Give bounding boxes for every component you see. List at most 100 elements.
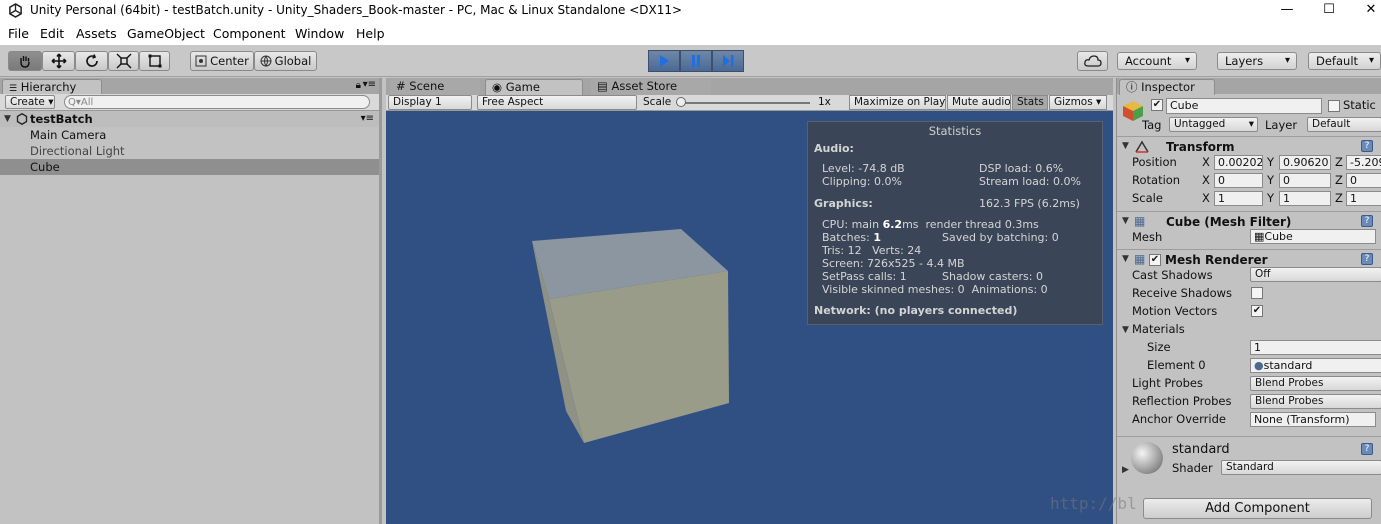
- stats-toggle[interactable]: Stats: [1012, 95, 1048, 110]
- position-y-field[interactable]: 0.90620: [1279, 155, 1331, 170]
- display-dropdown[interactable]: Display 1: [388, 95, 472, 110]
- tab-game[interactable]: ◉ Game: [485, 79, 583, 95]
- maximize-button[interactable]: ☐: [1314, 2, 1344, 17]
- mute-audio-toggle[interactable]: Mute audio: [947, 95, 1011, 110]
- layer-dropdown[interactable]: Default: [1307, 117, 1381, 132]
- rect-tool-button[interactable]: [139, 51, 170, 71]
- collapse-triangle-icon[interactable]: ▼: [1122, 254, 1129, 264]
- materials-triangle-icon[interactable]: ▼: [1122, 325, 1129, 335]
- step-button[interactable]: [712, 50, 744, 72]
- active-checkbox[interactable]: ✔: [1151, 99, 1163, 111]
- scene-row[interactable]: ▼ testBatch ▾≡: [0, 111, 379, 127]
- material-header[interactable]: ▶ standard Shader Standard ?: [1117, 436, 1381, 481]
- anchor-override-field[interactable]: None (Transform): [1250, 412, 1376, 427]
- scale-z-field[interactable]: 1: [1346, 191, 1381, 206]
- expand-triangle-icon[interactable]: ▶: [1122, 465, 1129, 475]
- create-dropdown[interactable]: Create ▾: [5, 95, 55, 109]
- object-name-field[interactable]: Cube: [1166, 98, 1322, 114]
- tab-scene[interactable]: # Scene: [390, 79, 480, 95]
- element0-field[interactable]: ●standard: [1250, 358, 1381, 373]
- gizmos-dropdown[interactable]: Gizmos ▾: [1049, 95, 1107, 110]
- close-button[interactable]: ✕: [1356, 2, 1381, 17]
- menu-help[interactable]: Help: [356, 26, 385, 41]
- minimize-button[interactable]: —: [1272, 2, 1302, 17]
- play-icon: [660, 55, 669, 67]
- panel-menu-icon[interactable]: ▾≡: [363, 79, 376, 90]
- statistics-title: Statistics: [928, 124, 982, 138]
- lock-icon[interactable]: 🔒︎: [356, 80, 361, 91]
- asset-store-icon: ▤: [597, 79, 608, 93]
- rotation-x-field[interactable]: 0: [1214, 173, 1263, 188]
- help-icon[interactable]: ?: [1361, 253, 1373, 265]
- hierarchy-item[interactable]: Main Camera: [0, 127, 379, 143]
- title-bar: Unity Personal (64bit) - testBatch.unity…: [0, 0, 1381, 22]
- scene-menu-icon[interactable]: ▾≡: [361, 111, 374, 127]
- position-x-field[interactable]: 0.00202: [1214, 155, 1263, 170]
- move-tool-button[interactable]: [42, 51, 75, 71]
- hierarchy-item-selected[interactable]: Cube: [0, 159, 379, 175]
- scale-slider-thumb[interactable]: [676, 97, 686, 107]
- position-z-field[interactable]: -5.209: [1346, 155, 1381, 170]
- hierarchy-subbar: Create ▾ Q▾All: [0, 94, 379, 111]
- tab-asset-store[interactable]: ▤ Asset Store: [591, 79, 711, 95]
- pause-icon: [692, 55, 700, 67]
- collapse-triangle-icon[interactable]: ▼: [1122, 141, 1129, 151]
- motion-vectors-checkbox[interactable]: ✔: [1251, 305, 1263, 317]
- skinned-meshes: Visible skinned meshes: 0 Animations: 0: [822, 283, 1048, 296]
- graphics-header: Graphics:: [814, 197, 873, 210]
- menu-gameobject[interactable]: GameObject: [127, 26, 205, 41]
- hierarchy-tab-label: Hierarchy: [20, 80, 77, 94]
- rotation-y-field[interactable]: 0: [1279, 173, 1331, 188]
- cloud-button[interactable]: [1077, 51, 1108, 71]
- scale-slider-track[interactable]: [678, 102, 810, 104]
- rotate-tool-button[interactable]: [75, 51, 108, 71]
- pivot-center-button[interactable]: Center: [190, 51, 254, 71]
- account-dropdown[interactable]: Account: [1117, 52, 1197, 70]
- cast-shadows-dropdown[interactable]: Off: [1250, 267, 1381, 282]
- mesh-filter-header[interactable]: ▼ ▦ Cube (Mesh Filter) ?: [1117, 211, 1381, 231]
- screen-info: Screen: 726x525 - 4.4 MB: [822, 257, 965, 270]
- static-checkbox[interactable]: [1328, 100, 1340, 112]
- transform-header[interactable]: ▼ Transform ?: [1117, 136, 1381, 156]
- help-icon[interactable]: ?: [1361, 215, 1373, 227]
- shader-dropdown[interactable]: Standard: [1221, 460, 1381, 475]
- menu-edit[interactable]: Edit: [40, 26, 64, 41]
- static-label: Static: [1343, 98, 1376, 112]
- reflection-probes-dropdown[interactable]: Blend Probes: [1250, 394, 1381, 409]
- motion-vectors-label: Motion Vectors: [1132, 304, 1218, 318]
- menu-assets[interactable]: Assets: [76, 26, 117, 41]
- add-component-button[interactable]: Add Component: [1143, 498, 1372, 519]
- expand-triangle-icon[interactable]: ▼: [4, 111, 11, 127]
- receive-shadows-checkbox[interactable]: [1251, 287, 1263, 299]
- aspect-dropdown[interactable]: Free Aspect: [477, 95, 637, 110]
- help-icon[interactable]: ?: [1361, 443, 1373, 455]
- game-viewport[interactable]: Statistics Audio: Level: -74.8 dB DSP lo…: [386, 111, 1113, 524]
- layers-dropdown[interactable]: Layers: [1217, 52, 1297, 70]
- hand-tool-button[interactable]: [8, 51, 42, 71]
- tab-inspector[interactable]: ⓘ Inspector: [1119, 79, 1215, 95]
- rotate-icon: [85, 54, 98, 67]
- scale-x-field[interactable]: 1: [1214, 191, 1263, 206]
- menu-window[interactable]: Window: [295, 26, 344, 41]
- space-global-button[interactable]: Global: [254, 51, 317, 71]
- play-button[interactable]: [648, 50, 680, 72]
- rotation-z-field[interactable]: 0: [1346, 173, 1381, 188]
- mesh-renderer-enabled-checkbox[interactable]: ✔: [1149, 254, 1161, 266]
- maximize-on-play-toggle[interactable]: Maximize on Play: [849, 95, 946, 110]
- tab-hierarchy[interactable]: ☰ Hierarchy: [2, 79, 102, 95]
- collapse-triangle-icon[interactable]: ▼: [1122, 216, 1129, 226]
- tag-dropdown[interactable]: Untagged ▾: [1169, 117, 1258, 132]
- materials-size-field[interactable]: 1: [1250, 340, 1381, 355]
- help-icon[interactable]: ?: [1361, 140, 1373, 152]
- pause-button[interactable]: [680, 50, 712, 72]
- menu-component[interactable]: Component: [213, 26, 286, 41]
- scale-tool-button[interactable]: [108, 51, 139, 71]
- mesh-renderer-header[interactable]: ▼ ▦ ✔ Mesh Renderer ?: [1117, 249, 1381, 269]
- layout-dropdown[interactable]: Default: [1308, 52, 1381, 70]
- mesh-field[interactable]: ▦Cube: [1250, 229, 1376, 244]
- menu-file[interactable]: File: [8, 26, 29, 41]
- scale-y-field[interactable]: 1: [1279, 191, 1331, 206]
- light-probes-dropdown[interactable]: Blend Probes: [1250, 376, 1381, 391]
- hierarchy-item[interactable]: Directional Light: [0, 143, 379, 159]
- hierarchy-search-input[interactable]: Q▾All: [64, 95, 370, 109]
